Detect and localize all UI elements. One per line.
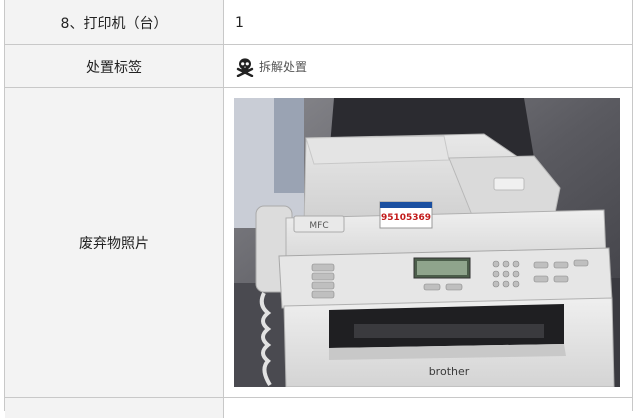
table-row: 8、打印机（台） 1 (5, 0, 632, 45)
row-label-printer-count: 8、打印机（台） (5, 0, 224, 45)
table-row: 处置标签 拆解处置 (5, 44, 632, 88)
row-label-next (5, 398, 224, 418)
printer-brand: brother (429, 365, 470, 378)
table-row: 废弃物照片 MFC 95105369 brother (5, 87, 632, 398)
waste-photo: MFC 95105369 brother (234, 98, 620, 388)
disposal-tag: 拆解处置 (235, 57, 307, 77)
disposal-tag-cell: 拆解处置 (224, 45, 632, 88)
printer-count-value: 1 (235, 14, 244, 31)
skull-crossbones-icon (236, 57, 254, 77)
disposal-tag-label: 拆解处置 (259, 60, 308, 74)
row-label-waste-photo: 废弃物照片 (5, 88, 224, 398)
row-label-disposal-tag: 处置标签 (5, 45, 224, 88)
panel-logo: MFC (309, 221, 328, 231)
sticker-number: 95105369 (381, 213, 431, 223)
info-table: 8、打印机（台） 1 处置标签 拆解处置 废弃物照片 MFC 95105369 … (4, 0, 633, 418)
waste-photo-cell: MFC 95105369 brother (224, 88, 632, 398)
table-row (5, 397, 632, 418)
